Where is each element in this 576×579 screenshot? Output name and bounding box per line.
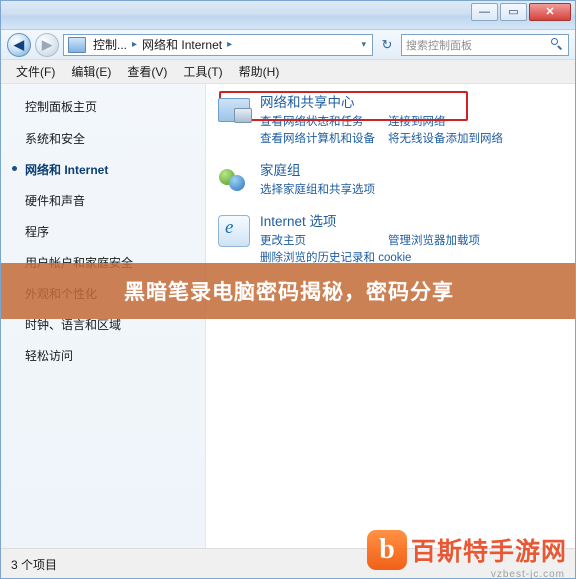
menu-edit[interactable]: 编辑(E) <box>64 61 118 82</box>
control-panel-window: — ▭ ✕ ◀ ▶ 控制... ▸ 网络和 Internet ▸ ▾ ↻ 搜索控… <box>0 0 576 579</box>
watermark-logo-icon: b <box>366 530 407 570</box>
link-row: 查看网络状态和任务 连接到网络 <box>260 114 569 131</box>
link-row: 更改主页 管理浏览器加载项 <box>260 233 569 250</box>
link-row: 查看网络计算机和设备 将无线设备添加到网络 <box>260 131 569 148</box>
chevron-down-icon[interactable]: ▾ <box>357 39 370 50</box>
window-controls: — ▭ ✕ <box>471 3 571 21</box>
category-title-homegroup[interactable]: 家庭组 <box>260 162 569 179</box>
category-title-internet-options[interactable]: Internet 选项 <box>260 213 569 230</box>
status-item-count: 3 个项目 <box>11 558 58 572</box>
menu-bar: 文件(F) 编辑(E) 查看(V) 工具(T) 帮助(H) <box>1 60 575 84</box>
category-homegroup: 家庭组 选择家庭组和共享选项 <box>218 162 569 199</box>
link-view-network-computers[interactable]: 查看网络计算机和设备 <box>260 131 388 148</box>
sidebar-item-ease-of-access[interactable]: 轻松访问 <box>1 340 205 371</box>
link-manage-browser-addons[interactable]: 管理浏览器加载项 <box>388 233 480 250</box>
sidebar-home-link[interactable]: 控制面板主页 <box>1 96 205 123</box>
category-body: 网络和共享中心 查看网络状态和任务 连接到网络 查看网络计算机和设备 将无线设备… <box>260 94 569 148</box>
main-panel: 网络和共享中心 查看网络状态和任务 连接到网络 查看网络计算机和设备 将无线设备… <box>206 84 575 572</box>
address-bar: ◀ ▶ 控制... ▸ 网络和 Internet ▸ ▾ ↻ 搜索控制面板 <box>1 30 575 60</box>
search-icon <box>551 38 564 51</box>
link-change-homepage[interactable]: 更改主页 <box>260 233 388 250</box>
control-panel-icon <box>68 36 86 53</box>
breadcrumb-item-network-internet[interactable]: 网络和 Internet <box>140 36 224 53</box>
watermark-url: vzbest-jc.com <box>490 569 565 579</box>
back-button[interactable]: ◀ <box>7 32 31 57</box>
minimize-button[interactable]: — <box>471 3 498 21</box>
content-area: 控制面板主页 系统和安全 网络和 Internet 硬件和声音 程序 用户帐户和… <box>1 84 575 572</box>
homegroup-icon <box>218 162 252 196</box>
network-sharing-icon <box>218 94 252 128</box>
category-body: Internet 选项 更改主页 管理浏览器加载项 删除浏览的历史记录和 coo… <box>260 213 569 267</box>
category-links-internet-options: 更改主页 管理浏览器加载项 删除浏览的历史记录和 cookie <box>260 233 569 267</box>
watermark-text: 百斯特手游网 <box>410 538 567 566</box>
maximize-button[interactable]: ▭ <box>500 3 527 21</box>
category-internet-options: Internet 选项 更改主页 管理浏览器加载项 删除浏览的历史记录和 coo… <box>218 213 569 267</box>
link-view-network-status[interactable]: 查看网络状态和任务 <box>260 114 388 131</box>
close-button[interactable]: ✕ <box>529 3 571 21</box>
menu-view[interactable]: 查看(V) <box>120 61 174 82</box>
category-body: 家庭组 选择家庭组和共享选项 <box>260 162 569 199</box>
forward-button[interactable]: ▶ <box>35 32 59 57</box>
category-title-network-sharing[interactable]: 网络和共享中心 <box>260 94 569 111</box>
link-connect-to-network[interactable]: 连接到网络 <box>388 114 446 131</box>
link-add-wireless-device[interactable]: 将无线设备添加到网络 <box>388 131 503 148</box>
menu-tools[interactable]: 工具(T) <box>176 61 229 82</box>
sidebar-item-programs[interactable]: 程序 <box>1 216 205 247</box>
link-choose-homegroup-options[interactable]: 选择家庭组和共享选项 <box>260 182 375 199</box>
overlay-banner-text: 黑暗笔录电脑密码揭秘，密码分享 <box>124 281 454 304</box>
menu-file[interactable]: 文件(F) <box>9 61 62 82</box>
category-links-network-sharing: 查看网络状态和任务 连接到网络 查看网络计算机和设备 将无线设备添加到网络 <box>260 114 569 148</box>
internet-options-icon <box>218 213 252 247</box>
breadcrumb[interactable]: 控制... ▸ 网络和 Internet ▸ ▾ <box>63 33 373 56</box>
menu-help[interactable]: 帮助(H) <box>232 61 287 82</box>
network-icon-art <box>218 98 250 122</box>
search-input[interactable]: 搜索控制面板 <box>401 33 569 56</box>
overlay-banner: 黑暗笔录电脑密码揭秘，密码分享 <box>1 263 575 319</box>
category-links-homegroup: 选择家庭组和共享选项 <box>260 182 569 199</box>
refresh-icon[interactable]: ↻ <box>377 35 397 55</box>
breadcrumb-item-control-panel[interactable]: 控制... <box>91 36 129 53</box>
breadcrumb-separator-icon-2: ▸ <box>227 39 233 50</box>
title-bar: — ▭ ✕ <box>1 1 575 30</box>
internet-explorer-icon-art <box>218 215 250 247</box>
homegroup-icon-art <box>218 165 248 193</box>
sidebar-item-hardware-sound[interactable]: 硬件和声音 <box>1 185 205 216</box>
search-placeholder: 搜索控制面板 <box>406 39 472 52</box>
watermark: b 百斯特手游网 vzbest-jc.com <box>366 530 567 578</box>
link-row: 选择家庭组和共享选项 <box>260 182 569 199</box>
sidebar-item-network-internet[interactable]: 网络和 Internet <box>1 154 205 185</box>
category-network-sharing: 网络和共享中心 查看网络状态和任务 连接到网络 查看网络计算机和设备 将无线设备… <box>218 94 569 148</box>
sidebar-item-system-security[interactable]: 系统和安全 <box>1 123 205 154</box>
sidebar: 控制面板主页 系统和安全 网络和 Internet 硬件和声音 程序 用户帐户和… <box>1 84 206 572</box>
breadcrumb-separator-icon: ▸ <box>132 39 138 50</box>
